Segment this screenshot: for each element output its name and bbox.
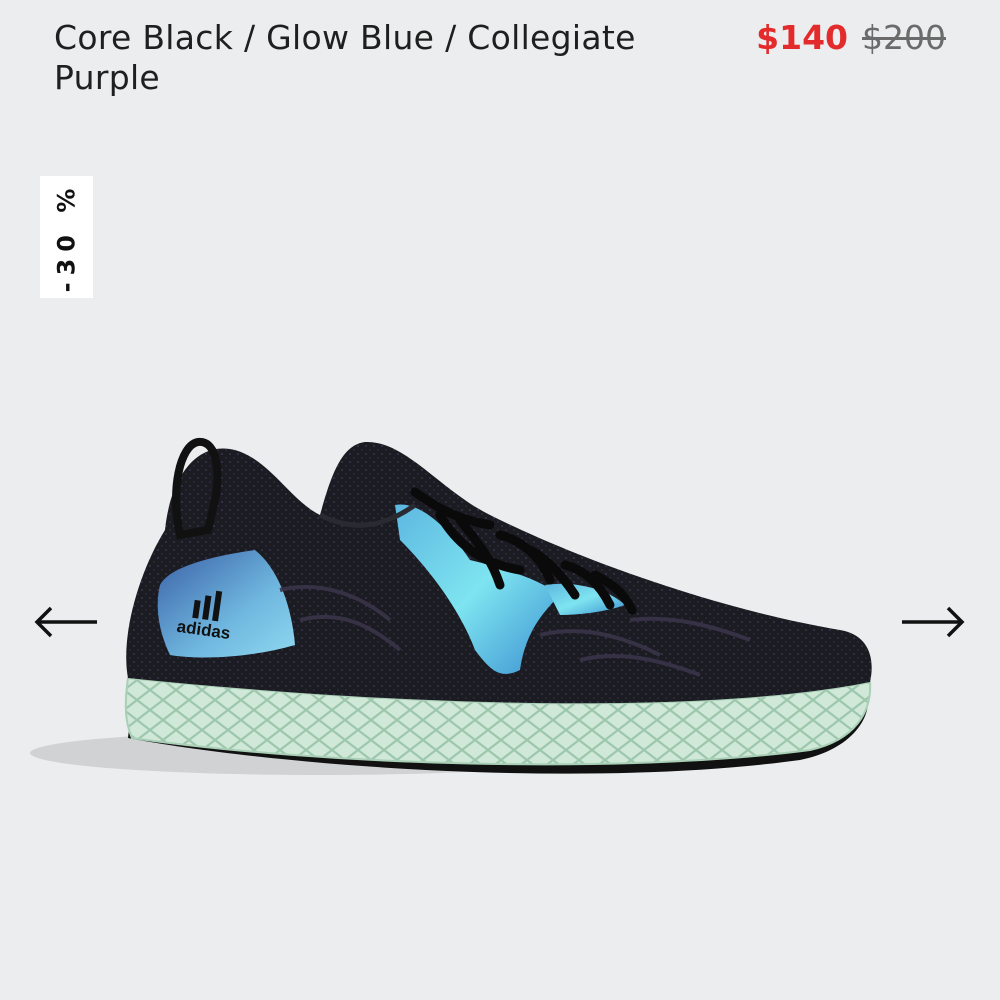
product-image: adidas bbox=[30, 438, 872, 775]
product-color-title: Core Black / Glow Blue / Collegiate Purp… bbox=[54, 18, 636, 97]
product-page: Core Black / Glow Blue / Collegiate Purp… bbox=[0, 0, 1000, 1000]
carousel-next-button[interactable] bbox=[900, 600, 966, 644]
price-box: $140 $200 bbox=[756, 18, 946, 58]
discount-badge: -30 % bbox=[40, 176, 93, 298]
arrow-right-icon bbox=[902, 606, 965, 638]
sale-price: $140 bbox=[756, 18, 849, 57]
original-price: $200 bbox=[862, 18, 946, 57]
discount-badge-text: -30 % bbox=[52, 181, 81, 293]
